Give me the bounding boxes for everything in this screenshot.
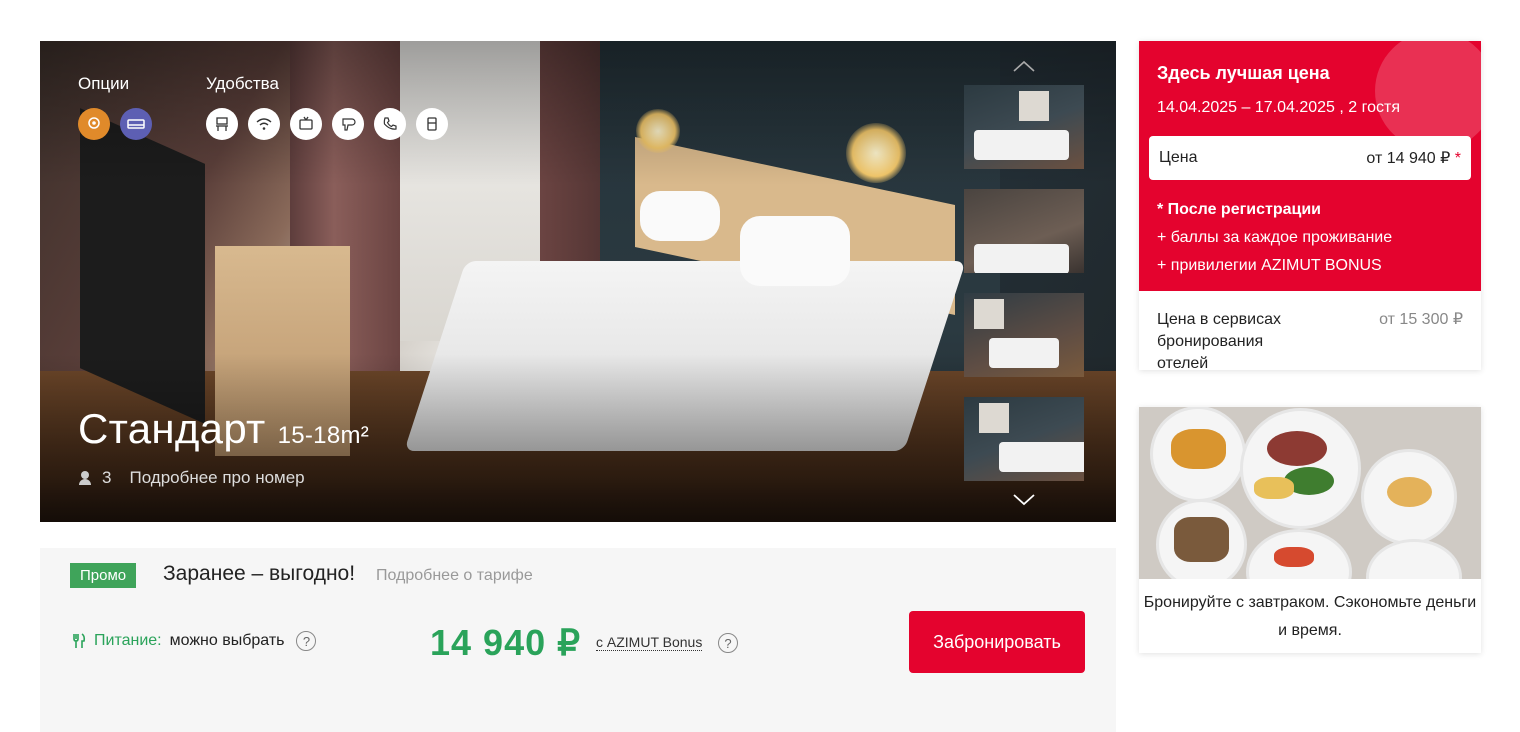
best-price-header: Здесь лучшая цена 14.04.2025 – 17.04.202… [1139,41,1481,291]
pin-icon[interactable] [78,108,110,140]
breakfast-caption: Бронируйте с завтраком. Сэкономьте деньг… [1143,594,1477,639]
cutlery-icon [73,633,86,648]
guest-count: 3 [102,468,112,487]
logo-decoration [1375,41,1481,151]
thumbnail[interactable] [964,293,1084,377]
meal-info: Питание: можно выбрать ? [72,631,317,651]
room-name: Стандарт [78,405,266,452]
price-label: Цена [1159,149,1198,166]
perk-item: + привилегии AZIMUT BONUS [1157,257,1382,274]
price-value: от 14 940 ₽ [1366,150,1451,167]
tv-icon[interactable] [290,108,322,140]
thumbnail[interactable] [964,189,1084,273]
room-gallery[interactable]: Опции Удобства Стандарт 15-18m² 3 Подроб… [40,41,1116,522]
bonus-help-icon[interactable]: ? [718,633,738,653]
best-price-title: Здесь лучшая цена [1157,63,1330,83]
room-title: Стандарт 15-18m² [78,405,369,453]
tariff-name: Заранее – выгодно! [163,562,356,585]
amenities-label: Удобства [206,74,279,93]
breakfast-promo-card[interactable]: Бронируйте с завтраком. Сэкономьте деньг… [1139,407,1481,653]
fridge-icon[interactable] [416,108,448,140]
other-services-price: от 15 300 ₽ [1379,311,1463,328]
best-price-card: Здесь лучшая цена 14.04.2025 – 17.04.202… [1139,41,1481,372]
perk-item: * После регистрации [1157,201,1322,218]
tariff-price: 14 940 ₽ [430,622,582,663]
meal-value: можно выбрать [169,632,285,649]
price-star: * [1454,150,1461,167]
chevron-down-icon[interactable] [1012,487,1036,511]
tariff-details-link[interactable]: Подробнее о тарифе [376,567,533,585]
person-icon [78,471,92,485]
workdesk-icon[interactable] [206,108,238,140]
meal-help-icon[interactable]: ? [296,631,317,651]
wifi-icon[interactable] [248,108,280,140]
phone-icon[interactable] [374,108,406,140]
breakfast-photo [1139,407,1481,579]
room-meta: 3 Подробнее про номер [78,468,305,488]
perks-list: * После регистрации + баллы за каждое пр… [1157,196,1392,280]
booking-dates: 14.04.2025 – 17.04.2025 , 2 гостя [1157,99,1400,116]
azimut-bonus-link[interactable]: с AZIMUT Bonus [596,634,703,651]
thumbnail-list [964,85,1084,501]
hairdryer-icon[interactable] [332,108,364,140]
room-details-link[interactable]: Подробнее про номер [129,468,304,488]
room-area: 15-18m² [277,422,370,449]
tariff-row: Промо Заранее – выгодно! Подробнее о тар… [40,548,1116,732]
other-services-label: Цена в сервисах бронирования отелей [1157,311,1281,372]
options-label: Опции [78,74,130,93]
book-button[interactable]: Забронировать [909,611,1085,673]
thumbnail[interactable] [964,85,1084,169]
promo-badge: Промо [70,563,137,588]
price-box: Цена от 14 940 ₽ * [1149,136,1471,180]
thumbnail-active[interactable] [964,397,1084,481]
meal-label: Питание: [94,632,162,649]
chevron-up-icon[interactable] [1012,55,1036,79]
bed-icon[interactable] [120,108,152,140]
perk-item: + баллы за каждое проживание [1157,229,1393,246]
